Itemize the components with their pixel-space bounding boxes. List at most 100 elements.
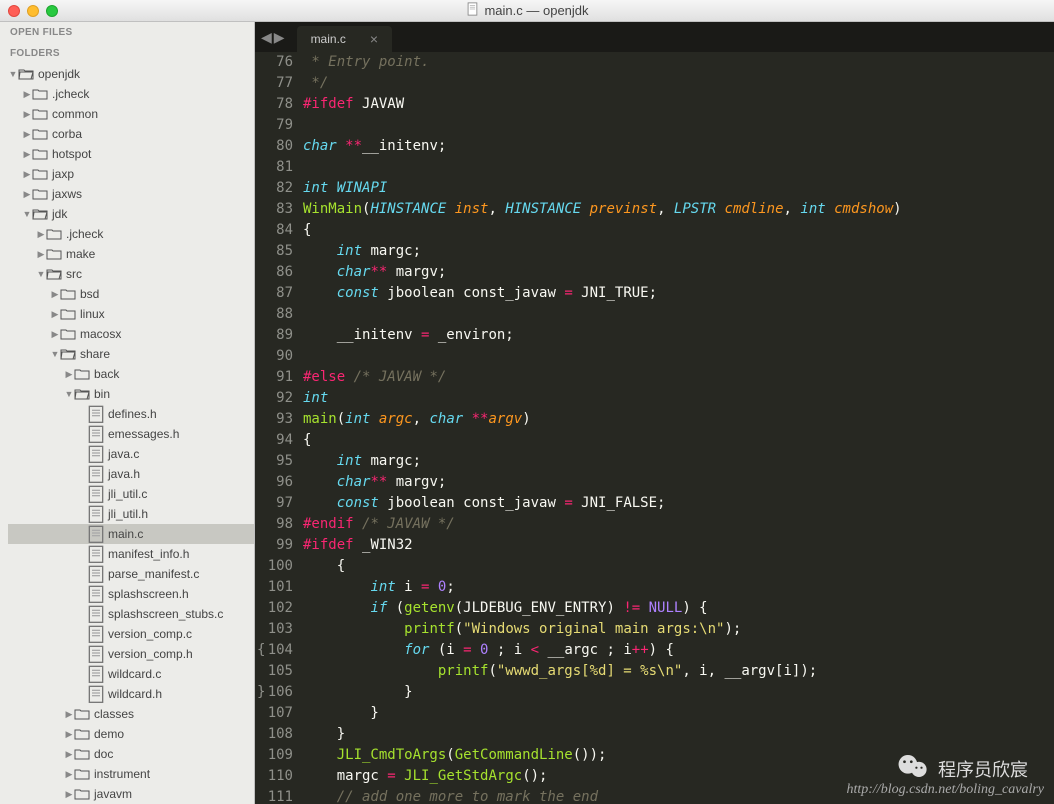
- folder-item[interactable]: ▶make: [8, 244, 254, 264]
- folder-item[interactable]: ▼ openjdk: [8, 64, 254, 84]
- code-line: }: [303, 703, 1054, 724]
- line-number: 79: [255, 115, 293, 136]
- chevron-right-icon[interactable]: ▶: [64, 749, 74, 760]
- folder-item[interactable]: ▼bin: [8, 384, 254, 404]
- chevron-right-icon[interactable]: ▶: [22, 109, 32, 120]
- tree-item-label: javavm: [94, 787, 132, 801]
- folder-item[interactable]: ▶ back: [8, 364, 254, 384]
- folder-item[interactable]: ▶ javavm: [8, 784, 254, 804]
- tree-item-label: .jcheck: [52, 87, 89, 101]
- file-item[interactable]: version_comp.c: [8, 624, 254, 644]
- nav-forward-icon[interactable]: ▶: [274, 29, 285, 46]
- tree-item-label: macosx: [80, 327, 121, 341]
- tree-item-label: hotspot: [52, 147, 91, 161]
- tree-item-label: back: [94, 367, 119, 381]
- chevron-right-icon[interactable]: ▶: [22, 149, 32, 160]
- folder-item[interactable]: ▶common: [8, 104, 254, 124]
- chevron-right-icon[interactable]: ▶: [22, 89, 32, 100]
- chevron-right-icon[interactable]: ▶: [22, 169, 32, 180]
- line-number: 82: [255, 178, 293, 199]
- chevron-down-icon[interactable]: ▼: [22, 209, 32, 219]
- code-line: char** margv;: [303, 262, 1054, 283]
- file-item[interactable]: java.h: [8, 464, 254, 484]
- line-number: 93: [255, 409, 293, 430]
- file-item[interactable]: splashscreen.h: [8, 584, 254, 604]
- file-item[interactable]: jli_util.c: [8, 484, 254, 504]
- file-item[interactable]: main.c: [8, 524, 254, 544]
- folder-item[interactable]: ▶demo: [8, 724, 254, 744]
- file-item[interactable]: defines.h: [8, 404, 254, 424]
- code-line: __initenv = _environ;: [303, 325, 1054, 346]
- minimize-window-button[interactable]: [27, 5, 39, 17]
- tree-item-label: bsd: [80, 287, 99, 301]
- folder-item[interactable]: ▼src: [8, 264, 254, 284]
- folder-open-icon: [60, 346, 76, 362]
- file-item[interactable]: wildcard.h: [8, 684, 254, 704]
- folder-item[interactable]: ▶corba: [8, 124, 254, 144]
- chevron-right-icon[interactable]: ▶: [50, 289, 60, 300]
- zoom-window-button[interactable]: [46, 5, 58, 17]
- chevron-right-icon[interactable]: ▶: [50, 329, 60, 340]
- folder-item[interactable]: ▶jaxp: [8, 164, 254, 184]
- chevron-down-icon[interactable]: ▼: [8, 69, 18, 79]
- tree-item-label: wildcard.h: [108, 687, 162, 701]
- folder-item[interactable]: ▶linux: [8, 304, 254, 324]
- folder-icon: [74, 746, 90, 762]
- tree-item-label: main.c: [108, 527, 143, 541]
- tab-main-c[interactable]: main.c ×: [297, 26, 393, 52]
- folder-item[interactable]: ▶ bsd: [8, 284, 254, 304]
- file-item[interactable]: version_comp.h: [8, 644, 254, 664]
- line-number: 109: [255, 745, 293, 766]
- watermark-url: http://blog.csdn.net/boling_cavalry: [846, 782, 1044, 798]
- line-gutter: 7677787980818283848586878889909192939495…: [255, 52, 303, 804]
- code-line: [303, 115, 1054, 136]
- file-item[interactable]: parse_manifest.c: [8, 564, 254, 584]
- folder-icon: [32, 86, 48, 102]
- chevron-right-icon[interactable]: ▶: [64, 709, 74, 720]
- chevron-right-icon[interactable]: ▶: [50, 309, 60, 320]
- folder-item[interactable]: ▶ hotspot: [8, 144, 254, 164]
- folder-item[interactable]: ▶jaxws: [8, 184, 254, 204]
- file-item[interactable]: wildcard.c: [8, 664, 254, 684]
- folder-item[interactable]: ▶ .jcheck: [8, 84, 254, 104]
- chevron-right-icon[interactable]: ▶: [36, 249, 46, 260]
- file-icon: [88, 586, 104, 602]
- chevron-down-icon[interactable]: ▼: [64, 389, 74, 399]
- folder-item[interactable]: ▶ macosx: [8, 324, 254, 344]
- folder-icon: [46, 226, 62, 242]
- folder-item[interactable]: ▶.jcheck: [8, 224, 254, 244]
- chevron-right-icon[interactable]: ▶: [22, 189, 32, 200]
- code-line: const jboolean const_javaw = JNI_TRUE;: [303, 283, 1054, 304]
- code-lines: * Entry point. */#ifdef JAVAW char **__i…: [303, 52, 1054, 804]
- folder-icon: [74, 786, 90, 802]
- file-item[interactable]: java.c: [8, 444, 254, 464]
- code-editor[interactable]: 7677787980818283848586878889909192939495…: [255, 52, 1054, 804]
- file-item[interactable]: emessages.h: [8, 424, 254, 444]
- chevron-right-icon[interactable]: ▶: [22, 129, 32, 140]
- folder-item[interactable]: ▼jdk: [8, 204, 254, 224]
- chevron-down-icon[interactable]: ▼: [50, 349, 60, 359]
- folder-item[interactable]: ▶doc: [8, 744, 254, 764]
- close-tab-icon[interactable]: ×: [370, 31, 378, 47]
- close-window-button[interactable]: [8, 5, 20, 17]
- chevron-down-icon[interactable]: ▼: [36, 269, 46, 279]
- chevron-right-icon[interactable]: ▶: [64, 789, 74, 800]
- file-item[interactable]: manifest_info.h: [8, 544, 254, 564]
- code-line: main(int argc, char **argv): [303, 409, 1054, 430]
- chevron-right-icon[interactable]: ▶: [36, 229, 46, 240]
- folder-item[interactable]: ▶instrument: [8, 764, 254, 784]
- line-number: 92: [255, 388, 293, 409]
- chevron-right-icon[interactable]: ▶: [64, 369, 74, 380]
- line-number: 91: [255, 367, 293, 388]
- nav-back-icon[interactable]: ◀: [261, 29, 272, 46]
- tree-item-label: java.h: [108, 467, 140, 481]
- file-item[interactable]: jli_util.h: [8, 504, 254, 524]
- tree-item-label: openjdk: [38, 67, 80, 81]
- code-line: printf("wwwd_args[%d] = %s\n", i, __argv…: [303, 661, 1054, 682]
- folder-item[interactable]: ▶classes: [8, 704, 254, 724]
- folder-item[interactable]: ▼share: [8, 344, 254, 364]
- line-number: 77: [255, 73, 293, 94]
- chevron-right-icon[interactable]: ▶: [64, 729, 74, 740]
- chevron-right-icon[interactable]: ▶: [64, 769, 74, 780]
- file-item[interactable]: splashscreen_stubs.c: [8, 604, 254, 624]
